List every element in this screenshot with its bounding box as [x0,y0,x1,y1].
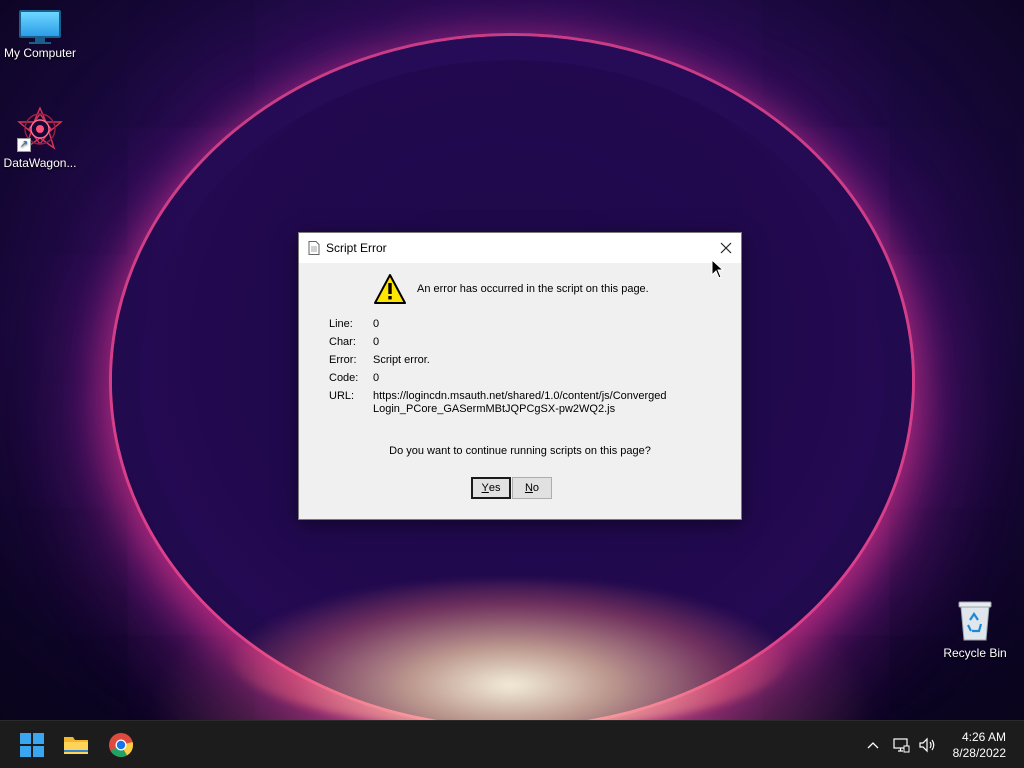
no-button[interactable]: No [512,477,552,499]
detail-value: 0 [373,318,380,330]
desktop-icon-label: DataWagon... [3,156,77,170]
recycle-bin-icon [955,598,995,642]
detail-label: Error: [329,354,357,366]
clock-time: 4:26 AM [961,730,1006,744]
windows-start-icon[interactable] [19,732,45,758]
desktop-icon-label: Recycle Bin [943,646,1007,660]
shortcut-arrow-icon: ↗ [17,138,31,152]
desktop-icon-recycle-bin[interactable]: Recycle Bin [935,598,1015,660]
continue-question: Do you want to continue running scripts … [389,445,651,457]
detail-label: URL: [329,390,355,402]
close-icon [720,242,732,254]
monitor-icon [19,10,61,44]
chevron-up-icon[interactable] [866,735,880,755]
clock-date: 8/28/2022 [952,746,1006,760]
network-icon[interactable] [892,735,910,755]
taskbar: 4:26 AM 8/28/2022 [0,720,1024,768]
yes-button[interactable]: Yes [471,477,511,499]
desktop-icon-label: My Computer [3,46,77,60]
chrome-icon[interactable] [108,732,134,758]
detail-value: 0 [373,372,380,384]
volume-icon[interactable] [918,735,938,755]
detail-label: Char: [329,336,356,348]
no-accel: N [524,482,533,494]
desktop-icon-datawagon[interactable]: ↗ DataWagon... [0,106,80,170]
detail-value: https://logincdn.msauth.net/shared/1.0/c… [373,390,667,415]
detail-label: Code: [329,372,359,384]
detail-value: Script error. [373,354,430,366]
mouse-cursor-icon [711,259,725,279]
warning-icon [374,274,406,304]
detail-value: 0 [373,336,380,348]
document-icon [308,241,320,255]
desktop-icon-my-computer[interactable]: My Computer [0,10,80,60]
error-message: An error has occurred in the script on t… [417,283,649,295]
system-clock[interactable]: 4:26 AM 8/28/2022 [953,729,1006,761]
wallpaper-glow [230,580,790,720]
error-header: An error has occurred in the script on t… [373,273,649,305]
script-error-dialog: Script Error An error has occurred in th… [298,232,742,520]
file-explorer-icon[interactable] [63,732,89,758]
dialog-titlebar[interactable]: Script Error [299,233,741,263]
detail-label: Line: [329,318,353,330]
yes-accel: Y [481,482,489,494]
yes-label: es [488,482,501,494]
dialog-title: Script Error [326,241,387,255]
datawagon-app-icon: ↗ [17,106,63,152]
no-label: o [532,482,540,494]
